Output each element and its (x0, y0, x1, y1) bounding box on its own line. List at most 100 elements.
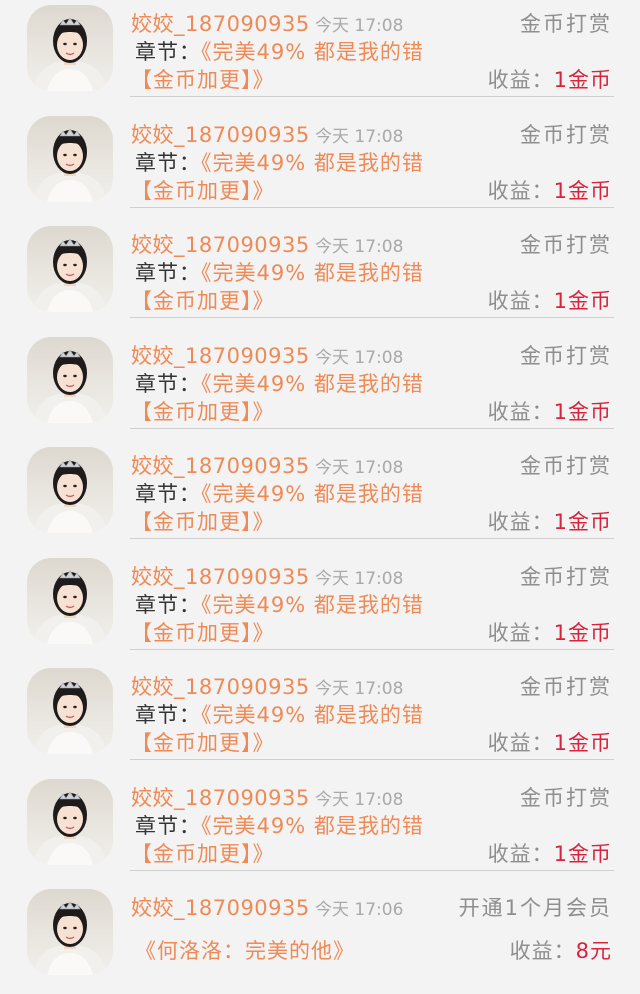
chapter-title[interactable]: 《完美49% 都是我的错 (201, 261, 424, 285)
username[interactable]: 姣姣_187090935 (131, 8, 310, 38)
chapter-title-continued[interactable]: 【金币加更】》 (131, 838, 275, 868)
username[interactable]: 姣姣_187090935 (131, 450, 310, 480)
timestamp: 今天 17:08 (315, 458, 404, 478)
divider (130, 869, 614, 871)
avatar[interactable] (27, 226, 113, 312)
earnings-amount: 8元 (575, 939, 612, 963)
chapter-title-continued[interactable]: 【金币加更】》 (131, 617, 275, 647)
chapter-title[interactable]: 《完美49% 都是我的错 (201, 482, 424, 506)
avatar-photo-icon (33, 569, 107, 644)
chapter-label: 章节： (135, 592, 201, 617)
username[interactable]: 姣姣_187090935 (131, 340, 310, 370)
divider (130, 648, 614, 650)
avatar[interactable] (27, 778, 113, 865)
record-item[interactable]: 姣姣_187090935 今天 17:08 金币打赏章节：《完美49% 都是我的错【… (0, 442, 640, 552)
chapter-title-continued[interactable]: 【金币加更】》 (131, 285, 275, 315)
earnings-amount: 1金币 (553, 68, 612, 92)
avatar[interactable] (27, 447, 113, 533)
divider (130, 317, 614, 318)
chapter-title-continued[interactable]: 【金币加更】》 (131, 64, 275, 94)
chapter-label: 章节： (135, 261, 201, 285)
avatar-photo-icon (33, 238, 107, 312)
avatar-photo-icon (33, 348, 107, 423)
username[interactable]: 姣姣_187090935 (131, 892, 310, 922)
avatar-photo-icon (33, 17, 107, 91)
chapter-title[interactable]: 《完美49% 都是我的错 (201, 40, 424, 64)
earnings: 收益：1金币 (488, 838, 612, 868)
earnings-label: 收益： (487, 510, 554, 534)
timestamp: 今天 17:08 (315, 16, 404, 36)
avatar[interactable] (27, 5, 113, 91)
divider (130, 538, 614, 539)
record-item[interactable]: 姣姣_187090935 今天 17:06 开通1个月会员 《何洛洛：完美的他》 收益：… (0, 884, 640, 994)
chapter-line: 章节：《完美49% 都是我的错 (135, 147, 424, 177)
record-item[interactable]: 姣姣_187090935 今天 17:08 金币打赏 章节：《完美49% 都是我的错【… (0, 221, 640, 331)
chapter-title-continued[interactable]: 【金币加更】》 (131, 727, 275, 757)
username[interactable]: 姣姣_187090935 (131, 561, 310, 591)
chapter-title-continued[interactable]: 【金币加更】》 (131, 396, 275, 426)
divider (130, 96, 614, 97)
earnings-amount: 1金币 (553, 399, 612, 424)
reward-type: 金币打赏 (520, 233, 612, 257)
earnings-label: 收益： (487, 178, 554, 203)
earnings-label: 收益： (487, 399, 554, 424)
chapter-line: 章节：《完美49% 都是我的错 (135, 257, 424, 287)
earnings-amount: 1金币 (553, 620, 612, 645)
username[interactable]: 姣姣_187090935 (131, 119, 310, 149)
timestamp: 今天 17:08 (315, 789, 404, 810)
avatar[interactable] (27, 336, 113, 423)
earnings-label: 收益： (487, 289, 554, 313)
chapter-title-continued[interactable]: 【金币加更】》 (131, 506, 275, 536)
username[interactable]: 姣姣_187090935 (131, 229, 310, 259)
earnings: 收益：1金币 (488, 175, 612, 205)
earnings-label: 收益： (509, 939, 576, 963)
earnings: 收益：1金币 (488, 617, 612, 647)
chapter-label: 章节： (135, 371, 201, 396)
timestamp: 今天 17:06 (315, 900, 404, 920)
avatar[interactable] (27, 557, 113, 644)
record-item[interactable]: 姣姣_187090935 今天 17:08 金币打赏 章节：《完美49% 都是我的错【… (0, 774, 640, 884)
record-item[interactable]: 姣姣_187090935 今天 17:08 金币打赏章节：《完美49% 都是我的错【… (0, 0, 640, 110)
record-item[interactable]: 姣姣_187090935 今天 17:08 金币打赏 章节：《完美49% 都是我的错【… (0, 663, 640, 773)
record-item[interactable]: 姣姣_187090935 今天 17:08 金币打赏 章节：《完美49% 都是我的错【… (0, 111, 640, 221)
chapter-line: 章节：《完美49% 都是我的错 (135, 589, 424, 619)
earnings-amount: 1金币 (553, 289, 612, 313)
divider (130, 427, 614, 429)
chapter-title[interactable]: 《完美49% 都是我的错 (201, 372, 424, 396)
avatar-photo-icon (33, 790, 107, 865)
reward-type: 金币打赏 (520, 12, 612, 36)
reward-type: 金币打赏 (520, 564, 612, 589)
record-item[interactable]: 姣姣_187090935 今天 17:08 金币打赏章节：《完美49% 都是我的错【… (0, 553, 640, 663)
avatar[interactable] (27, 115, 113, 202)
reward-type: 金币打赏 (520, 454, 612, 478)
earnings-amount: 1金币 (553, 178, 612, 203)
chapter-line: 章节：《完美49% 都是我的错 (135, 368, 424, 398)
earnings-amount: 1金币 (553, 510, 612, 534)
record-item[interactable]: 姣姣_187090935 今天 17:08 金币打赏 章节：《完美49% 都是我的错【… (0, 332, 640, 442)
earnings-amount: 1金币 (553, 841, 612, 866)
username[interactable]: 姣姣_187090935 (131, 782, 310, 812)
timestamp: 今天 17:08 (315, 679, 404, 699)
earnings: 收益：1金币 (488, 285, 612, 315)
chapter-title-continued[interactable]: 【金币加更】》 (131, 175, 275, 205)
username[interactable]: 姣姣_187090935 (131, 671, 310, 701)
chapter-title[interactable]: 《完美49% 都是我的错 (201, 703, 424, 727)
timestamp: 今天 17:08 (315, 568, 404, 589)
avatar[interactable] (27, 668, 113, 754)
chapter-title[interactable]: 《完美49% 都是我的错 (201, 814, 424, 838)
income-record-list: 姣姣_187090935 今天 17:08 金币打赏 章节：《完美49% 都是我的错【… (0, 0, 640, 976)
reward-type: 金币打赏 (520, 343, 612, 368)
chapter-line: 章节：《完美49% 都是我的错 (135, 478, 424, 508)
divider (130, 759, 614, 760)
earnings-label: 收益： (487, 731, 554, 755)
chapter-title[interactable]: 《完美49% 都是我的错 (201, 151, 424, 175)
book-title[interactable]: 《何洛洛：完美的他》 (135, 935, 355, 965)
earnings-label: 收益： (487, 68, 554, 92)
chapter-title[interactable]: 《完美49% 都是我的错 (201, 593, 424, 617)
avatar-photo-icon (33, 459, 107, 533)
earnings-label: 收益： (487, 841, 554, 866)
chapter-line: 章节：《完美49% 都是我的错 (135, 36, 424, 66)
chapter-label: 章节： (135, 703, 201, 727)
earnings: 收益：1金币 (488, 727, 612, 757)
avatar[interactable] (27, 889, 113, 975)
